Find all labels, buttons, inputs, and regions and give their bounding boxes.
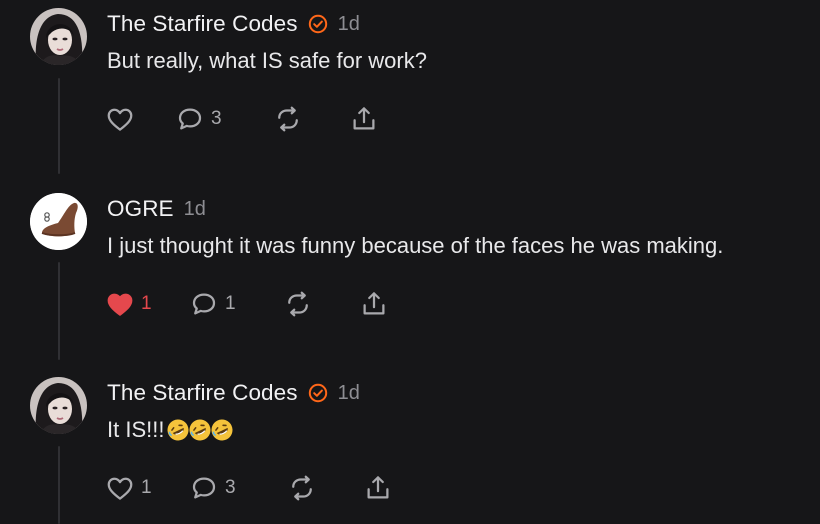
restack-button[interactable]: [273, 102, 303, 136]
avatar[interactable]: [30, 193, 87, 250]
share-button[interactable]: [363, 471, 393, 505]
author-name[interactable]: The Starfire Codes: [107, 11, 298, 37]
comment: The Starfire Codes 1d It IS!!! 1 3: [0, 377, 820, 524]
comment-bubble-icon: [192, 477, 216, 499]
like-button[interactable]: 1: [105, 287, 152, 321]
reply-button[interactable]: 1: [189, 287, 236, 321]
like-button[interactable]: [105, 102, 141, 136]
avatar[interactable]: [30, 8, 87, 65]
comment-text: But really, what IS safe for work?: [107, 48, 427, 74]
timestamp: 1d: [337, 12, 360, 35]
comment-text-content: But really, what IS safe for work?: [107, 48, 427, 73]
share-icon: [363, 292, 385, 315]
rolling-on-floor-laughing-emoji: [189, 419, 211, 441]
comment: OGRE 1d I just thought it was funny beca…: [0, 193, 820, 333]
restack-button[interactable]: [283, 287, 313, 321]
share-icon: [367, 476, 389, 499]
author-name[interactable]: The Starfire Codes: [107, 380, 298, 406]
comment-text-content: I just thought it was funny because of t…: [107, 233, 724, 258]
like-button[interactable]: 1: [105, 471, 152, 505]
heart-icon: [107, 477, 133, 500]
verified-check-icon: [308, 14, 328, 34]
avatar[interactable]: [30, 377, 87, 434]
verified-check-icon: [308, 383, 328, 403]
timestamp: 1d: [183, 197, 206, 220]
timestamp: 1d: [337, 381, 360, 404]
heart-icon: [107, 293, 133, 316]
comment-bubble-icon: [178, 108, 202, 130]
rolling-on-floor-laughing-emoji: [167, 419, 189, 441]
comment: The Starfire Codes 1d But really, what I…: [0, 8, 820, 148]
reply-count: 3: [225, 477, 236, 498]
restack-icon: [278, 106, 298, 132]
comment-bubble-icon: [192, 293, 216, 315]
author-name[interactable]: OGRE: [107, 196, 174, 222]
share-icon: [353, 107, 375, 130]
rolling-on-floor-laughing-emoji: [211, 419, 233, 441]
comment-text: I just thought it was funny because of t…: [107, 233, 723, 259]
emoji-group: [166, 418, 233, 442]
reply-count: 3: [211, 108, 222, 129]
restack-icon: [292, 475, 312, 501]
reply-button[interactable]: 3: [175, 102, 222, 136]
heart-icon: [107, 108, 133, 131]
comment-text: It IS!!!: [107, 417, 233, 443]
like-count: 1: [141, 293, 152, 314]
share-button[interactable]: [359, 287, 389, 321]
share-button[interactable]: [349, 102, 379, 136]
restack-button[interactable]: [287, 471, 317, 505]
reply-button[interactable]: 3: [189, 471, 236, 505]
like-count: 1: [141, 477, 152, 498]
reply-count: 1: [225, 293, 236, 314]
restack-icon: [288, 291, 308, 317]
comment-text-content: It IS!!!: [107, 417, 165, 442]
